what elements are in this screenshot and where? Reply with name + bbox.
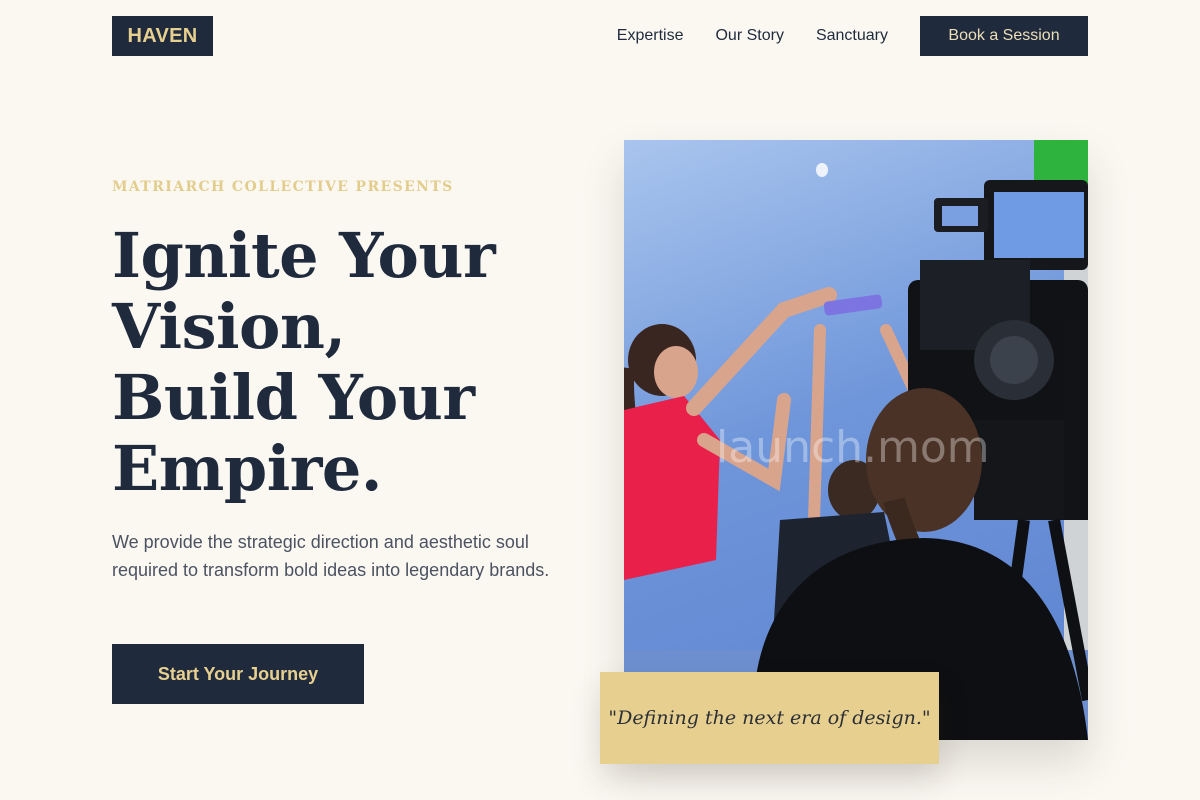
top-navigation: HAVEN Expertise Our Story Sanctuary Book…: [112, 16, 1088, 56]
headline-line-3: Build Your: [112, 361, 475, 434]
hero-headline: Ignite Your Vision, Build Your Empire.: [112, 220, 582, 504]
headline-line-1: Ignite Your: [112, 219, 496, 292]
start-journey-button[interactable]: Start Your Journey: [112, 644, 364, 704]
nav-link-sanctuary[interactable]: Sanctuary: [816, 27, 888, 45]
book-session-button[interactable]: Book a Session: [920, 16, 1088, 56]
hero-description: We provide the strategic direction and a…: [112, 532, 550, 580]
logo[interactable]: HAVEN: [112, 16, 213, 56]
nav-link-our-story[interactable]: Our Story: [715, 27, 783, 45]
nav-link-expertise[interactable]: Expertise: [617, 27, 684, 45]
quote-text: "Defining the next era of design.": [608, 707, 931, 729]
hero-photo: launch.mom: [624, 140, 1088, 740]
headline-line-2: Vision,: [112, 290, 346, 363]
quote-card: "Defining the next era of design.": [600, 672, 939, 764]
hero-eyebrow: MATRIARCH COLLECTIVE PRESENTS: [112, 179, 454, 195]
nav-links: Expertise Our Story Sanctuary Book a Ses…: [617, 16, 1088, 56]
headline-line-4: Empire.: [112, 432, 382, 505]
watermark-text: launch.mom: [716, 422, 990, 473]
